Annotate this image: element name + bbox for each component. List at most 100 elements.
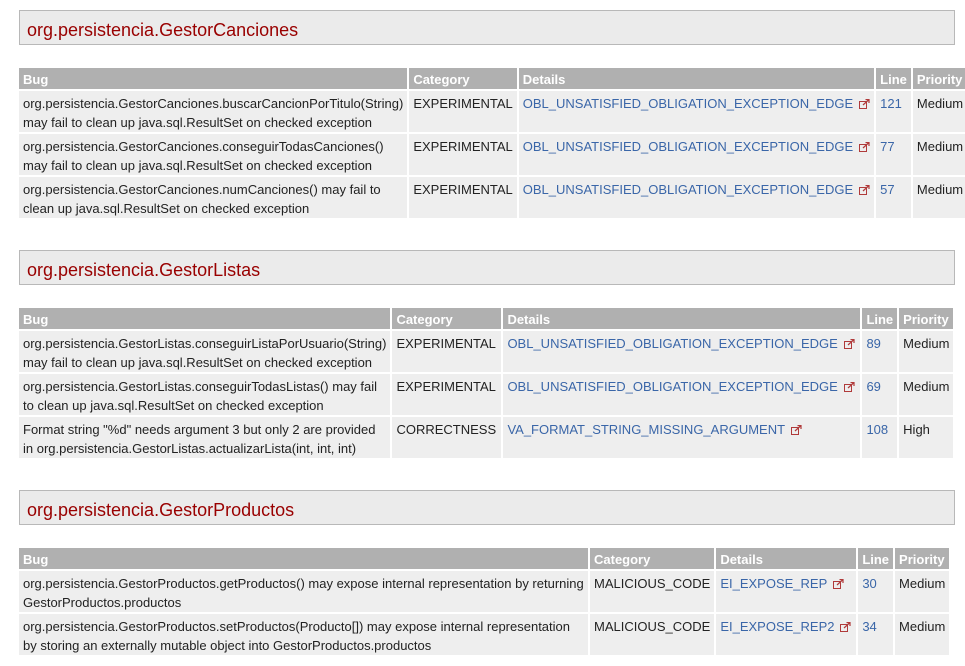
bug-line-cell: 108: [862, 417, 898, 458]
bug-details-cell: EI_EXPOSE_REP2: [716, 614, 857, 655]
details-link[interactable]: OBL_UNSATISFIED_OBLIGATION_EXCEPTION_EDG…: [523, 182, 870, 197]
bug-line-cell: 89: [862, 331, 898, 372]
bug-category: EXPERIMENTAL: [392, 374, 502, 415]
bug-line-cell: 77: [876, 134, 911, 175]
line-link[interactable]: 89: [866, 336, 880, 351]
bug-table-gestor-productos: Bug Category Details Line Priority org.p…: [17, 546, 951, 657]
column-header-line: Line: [862, 308, 898, 329]
section-title: org.persistencia.GestorCanciones: [27, 20, 299, 40]
column-header-line: Line: [858, 548, 894, 569]
bug-category: EXPERIMENTAL: [392, 331, 502, 372]
bug-description: org.persistencia.GestorListas.conseguirL…: [19, 331, 391, 372]
column-header-details: Details: [518, 68, 875, 89]
details-link-text[interactable]: OBL_UNSATISFIED_OBLIGATION_EXCEPTION_EDG…: [523, 182, 853, 197]
bug-details-cell: OBL_UNSATISFIED_OBLIGATION_EXCEPTION_EDG…: [518, 134, 875, 175]
bug-details-cell: OBL_UNSATISFIED_OBLIGATION_EXCEPTION_EDG…: [503, 374, 861, 415]
section-header-gestor-productos: org.persistencia.GestorProductos: [19, 490, 955, 525]
bug-line-cell: 34: [858, 614, 894, 655]
line-link[interactable]: 108: [866, 422, 888, 437]
bug-details-cell: OBL_UNSATISFIED_OBLIGATION_EXCEPTION_EDG…: [518, 177, 875, 218]
external-link-icon[interactable]: [859, 138, 870, 157]
section-header-gestor-canciones: org.persistencia.GestorCanciones: [19, 10, 955, 45]
section-title: org.persistencia.GestorProductos: [27, 500, 295, 520]
bug-priority: High: [899, 417, 954, 458]
external-link-icon[interactable]: [859, 95, 870, 114]
column-header-priority: Priority: [895, 548, 950, 569]
line-link[interactable]: 57: [880, 182, 894, 197]
table-row: org.persistencia.GestorProductos.setProd…: [19, 614, 950, 655]
bug-priority: Medium: [912, 91, 965, 132]
table-header-row: Bug Category Details Line Priority: [19, 308, 954, 329]
table-row: org.persistencia.GestorCanciones.consegu…: [19, 134, 965, 175]
external-link-icon[interactable]: [843, 378, 855, 397]
bug-priority: Medium: [912, 177, 965, 218]
details-link[interactable]: OBL_UNSATISFIED_OBLIGATION_EXCEPTION_EDG…: [523, 96, 870, 111]
details-link-text[interactable]: EI_EXPOSE_REP: [720, 576, 827, 591]
bug-category: EXPERIMENTAL: [409, 134, 517, 175]
bug-priority: Medium: [912, 134, 965, 175]
details-link-text[interactable]: VA_FORMAT_STRING_MISSING_ARGUMENT: [507, 422, 785, 437]
bug-line-cell: 69: [862, 374, 898, 415]
line-link[interactable]: 30: [862, 576, 876, 591]
bug-line-cell: 121: [876, 91, 911, 132]
details-link-text[interactable]: OBL_UNSATISFIED_OBLIGATION_EXCEPTION_EDG…: [523, 139, 853, 154]
table-row: org.persistencia.GestorListas.conseguirT…: [19, 374, 954, 415]
bug-details-cell: OBL_UNSATISFIED_OBLIGATION_EXCEPTION_EDG…: [518, 91, 875, 132]
external-link-icon[interactable]: [840, 618, 852, 637]
bug-description: org.persistencia.GestorCanciones.consegu…: [19, 134, 408, 175]
bug-description: Format string "%d" needs argument 3 but …: [19, 417, 391, 458]
details-link-text[interactable]: EI_EXPOSE_REP2: [720, 619, 834, 634]
bug-priority: Medium: [899, 374, 954, 415]
external-link-icon[interactable]: [859, 181, 870, 200]
line-link[interactable]: 34: [862, 619, 876, 634]
bug-description: org.persistencia.GestorListas.conseguirT…: [19, 374, 391, 415]
column-header-bug: Bug: [19, 68, 408, 89]
details-link-text[interactable]: OBL_UNSATISFIED_OBLIGATION_EXCEPTION_EDG…: [507, 336, 837, 351]
table-row: org.persistencia.GestorCanciones.buscarC…: [19, 91, 965, 132]
bug-category: EXPERIMENTAL: [409, 91, 517, 132]
bug-description: org.persistencia.GestorCanciones.buscarC…: [19, 91, 408, 132]
column-header-category: Category: [409, 68, 517, 89]
external-link-icon[interactable]: [833, 575, 844, 594]
bug-priority: Medium: [895, 571, 950, 612]
details-link[interactable]: VA_FORMAT_STRING_MISSING_ARGUMENT: [507, 422, 802, 437]
section-title: org.persistencia.GestorListas: [27, 260, 261, 280]
bug-category: MALICIOUS_CODE: [590, 571, 715, 612]
bug-priority: Medium: [899, 331, 954, 372]
bug-line-cell: 57: [876, 177, 911, 218]
column-header-priority: Priority: [899, 308, 954, 329]
column-header-bug: Bug: [19, 308, 391, 329]
column-header-line: Line: [876, 68, 911, 89]
line-link[interactable]: 77: [880, 139, 894, 154]
column-header-category: Category: [392, 308, 502, 329]
column-header-details: Details: [503, 308, 861, 329]
table-row: org.persistencia.GestorCanciones.numCanc…: [19, 177, 965, 218]
bug-table-gestor-listas: Bug Category Details Line Priority org.p…: [17, 306, 955, 460]
bug-description: org.persistencia.GestorProductos.getProd…: [19, 571, 588, 612]
details-link[interactable]: EI_EXPOSE_REP: [720, 576, 844, 591]
bug-category: CORRECTNESS: [392, 417, 502, 458]
details-link[interactable]: OBL_UNSATISFIED_OBLIGATION_EXCEPTION_EDG…: [507, 378, 855, 397]
bug-priority: Medium: [895, 614, 950, 655]
external-link-icon[interactable]: [791, 421, 802, 440]
line-link[interactable]: 69: [866, 379, 880, 394]
bug-details-cell: OBL_UNSATISFIED_OBLIGATION_EXCEPTION_EDG…: [503, 331, 861, 372]
table-row: Format string "%d" needs argument 3 but …: [19, 417, 954, 458]
bug-category: EXPERIMENTAL: [409, 177, 517, 218]
details-link[interactable]: OBL_UNSATISFIED_OBLIGATION_EXCEPTION_EDG…: [507, 335, 855, 354]
section-header-gestor-listas: org.persistencia.GestorListas: [19, 250, 955, 285]
table-row: org.persistencia.GestorListas.conseguirL…: [19, 331, 954, 372]
details-link[interactable]: EI_EXPOSE_REP2: [720, 618, 852, 637]
details-link[interactable]: OBL_UNSATISFIED_OBLIGATION_EXCEPTION_EDG…: [523, 139, 870, 154]
column-header-bug: Bug: [19, 548, 588, 569]
column-header-priority: Priority: [912, 68, 965, 89]
details-link-text[interactable]: OBL_UNSATISFIED_OBLIGATION_EXCEPTION_EDG…: [523, 96, 853, 111]
bug-details-cell: VA_FORMAT_STRING_MISSING_ARGUMENT: [503, 417, 861, 458]
table-header-row: Bug Category Details Line Priority: [19, 548, 950, 569]
details-link-text[interactable]: OBL_UNSATISFIED_OBLIGATION_EXCEPTION_EDG…: [507, 379, 837, 394]
external-link-icon[interactable]: [843, 335, 855, 354]
table-row: org.persistencia.GestorProductos.getProd…: [19, 571, 950, 612]
line-link[interactable]: 121: [880, 96, 902, 111]
bug-description: org.persistencia.GestorProductos.setProd…: [19, 614, 588, 655]
column-header-category: Category: [590, 548, 715, 569]
